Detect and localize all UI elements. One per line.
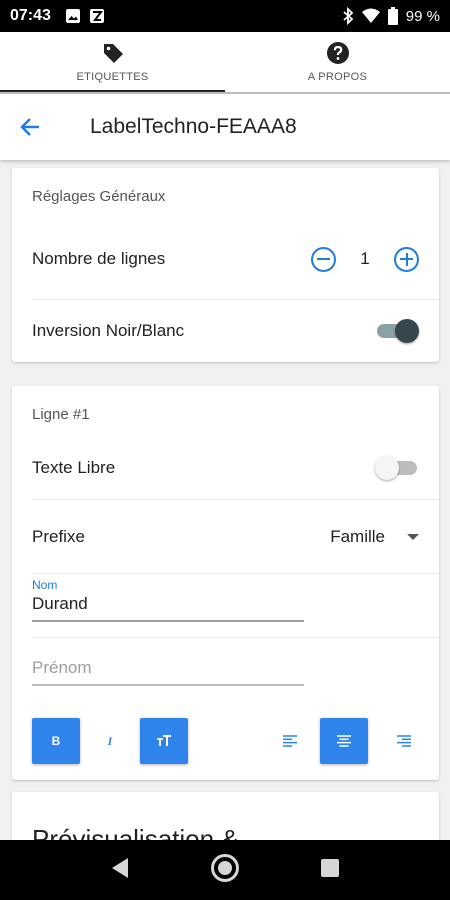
free-text-toggle[interactable] (375, 455, 419, 481)
nav-recents-button[interactable] (320, 858, 340, 883)
label-tag-icon (103, 44, 123, 63)
tab-a-propos-label: A PROPOS (307, 71, 368, 83)
invert-toggle[interactable] (375, 318, 419, 344)
prefix-select[interactable]: Famille (330, 527, 419, 547)
align-center-icon (337, 735, 351, 747)
bold-icon: B (51, 734, 61, 748)
prefix-label: Prefixe (32, 527, 85, 546)
status-bar: 07:43 99 % (0, 0, 450, 32)
system-nav-bar (0, 840, 450, 900)
nav-back-button[interactable] (110, 857, 130, 884)
lines-count-value: 1 (360, 249, 370, 268)
lines-count-label: Nombre de lignes (32, 249, 166, 268)
help-circle-icon (326, 42, 349, 64)
general-settings-header: Réglages Généraux (32, 188, 166, 205)
tab-etiquettes[interactable]: ETIQUETTES (0, 32, 225, 92)
preview-title: Prévisualisation & (32, 824, 239, 840)
line-1-card: Ligne #1 Texte Libre Prefixe Famille Nom… (12, 386, 439, 780)
tab-bar: ETIQUETTES A PROPOS (0, 32, 450, 92)
arrow-back-icon (20, 118, 39, 136)
prenom-placeholder: Prénom (32, 658, 92, 677)
prenom-field[interactable]: Prénom (32, 658, 304, 686)
app-notification-icon (89, 9, 104, 23)
nom-field-row: Nom Durand (12, 574, 439, 638)
align-right-button[interactable] (380, 718, 428, 764)
tab-a-propos[interactable]: A PROPOS (225, 32, 450, 92)
free-text-label: Texte Libre (32, 458, 116, 477)
app-bar: LabelTechno-FEAAA8 (0, 94, 450, 160)
italic-button[interactable]: I (86, 718, 134, 764)
page-title: LabelTechno-FEAAA8 (90, 115, 297, 138)
prefix-value: Famille (330, 527, 385, 546)
nom-field[interactable]: Nom Durand (32, 578, 304, 622)
dropdown-caret-icon (407, 534, 419, 540)
bluetooth-icon (343, 7, 354, 25)
content-scroll[interactable]: Réglages Généraux Nombre de lignes 1 Inv… (0, 160, 450, 840)
nav-recents-icon (321, 858, 339, 877)
preview-card: Prévisualisation & (12, 792, 439, 840)
format-toolbar: B I (12, 718, 439, 764)
increment-button[interactable] (394, 246, 419, 272)
align-left-button[interactable] (266, 718, 314, 764)
tab-etiquettes-label: ETIQUETTES (76, 71, 149, 83)
status-time: 07:43 (10, 7, 51, 24)
align-left-icon (283, 735, 297, 747)
nav-home-button[interactable] (210, 853, 240, 888)
text-size-button[interactable] (140, 718, 188, 764)
align-center-button[interactable] (320, 718, 368, 764)
free-text-row: Texte Libre (12, 436, 439, 500)
nav-back-icon (112, 857, 128, 878)
bold-button[interactable]: B (32, 718, 80, 764)
italic-icon: I (107, 733, 113, 748)
text-size-icon (157, 735, 171, 746)
battery-icon (387, 7, 398, 25)
nav-home-icon (211, 853, 239, 882)
prefix-row: Prefixe Famille (12, 500, 439, 574)
wifi-icon (361, 8, 380, 23)
invert-row: Inversion Noir/Blanc (12, 300, 439, 362)
lines-count-row: Nombre de lignes 1 (12, 218, 439, 300)
invert-label: Inversion Noir/Blanc (32, 321, 185, 340)
general-settings-card: Réglages Généraux Nombre de lignes 1 Inv… (12, 168, 439, 362)
prenom-field-row: Prénom (12, 638, 439, 702)
line-1-header: Ligne #1 (32, 406, 90, 423)
battery-percent: 99 % (405, 7, 440, 25)
back-button[interactable] (0, 94, 60, 160)
lines-count-stepper: 1 (311, 246, 419, 272)
nom-value: Durand (32, 594, 88, 613)
nom-label: Nom (32, 578, 58, 592)
image-notification-icon (65, 9, 80, 23)
align-right-icon (397, 735, 411, 747)
decrement-button[interactable] (311, 246, 336, 272)
